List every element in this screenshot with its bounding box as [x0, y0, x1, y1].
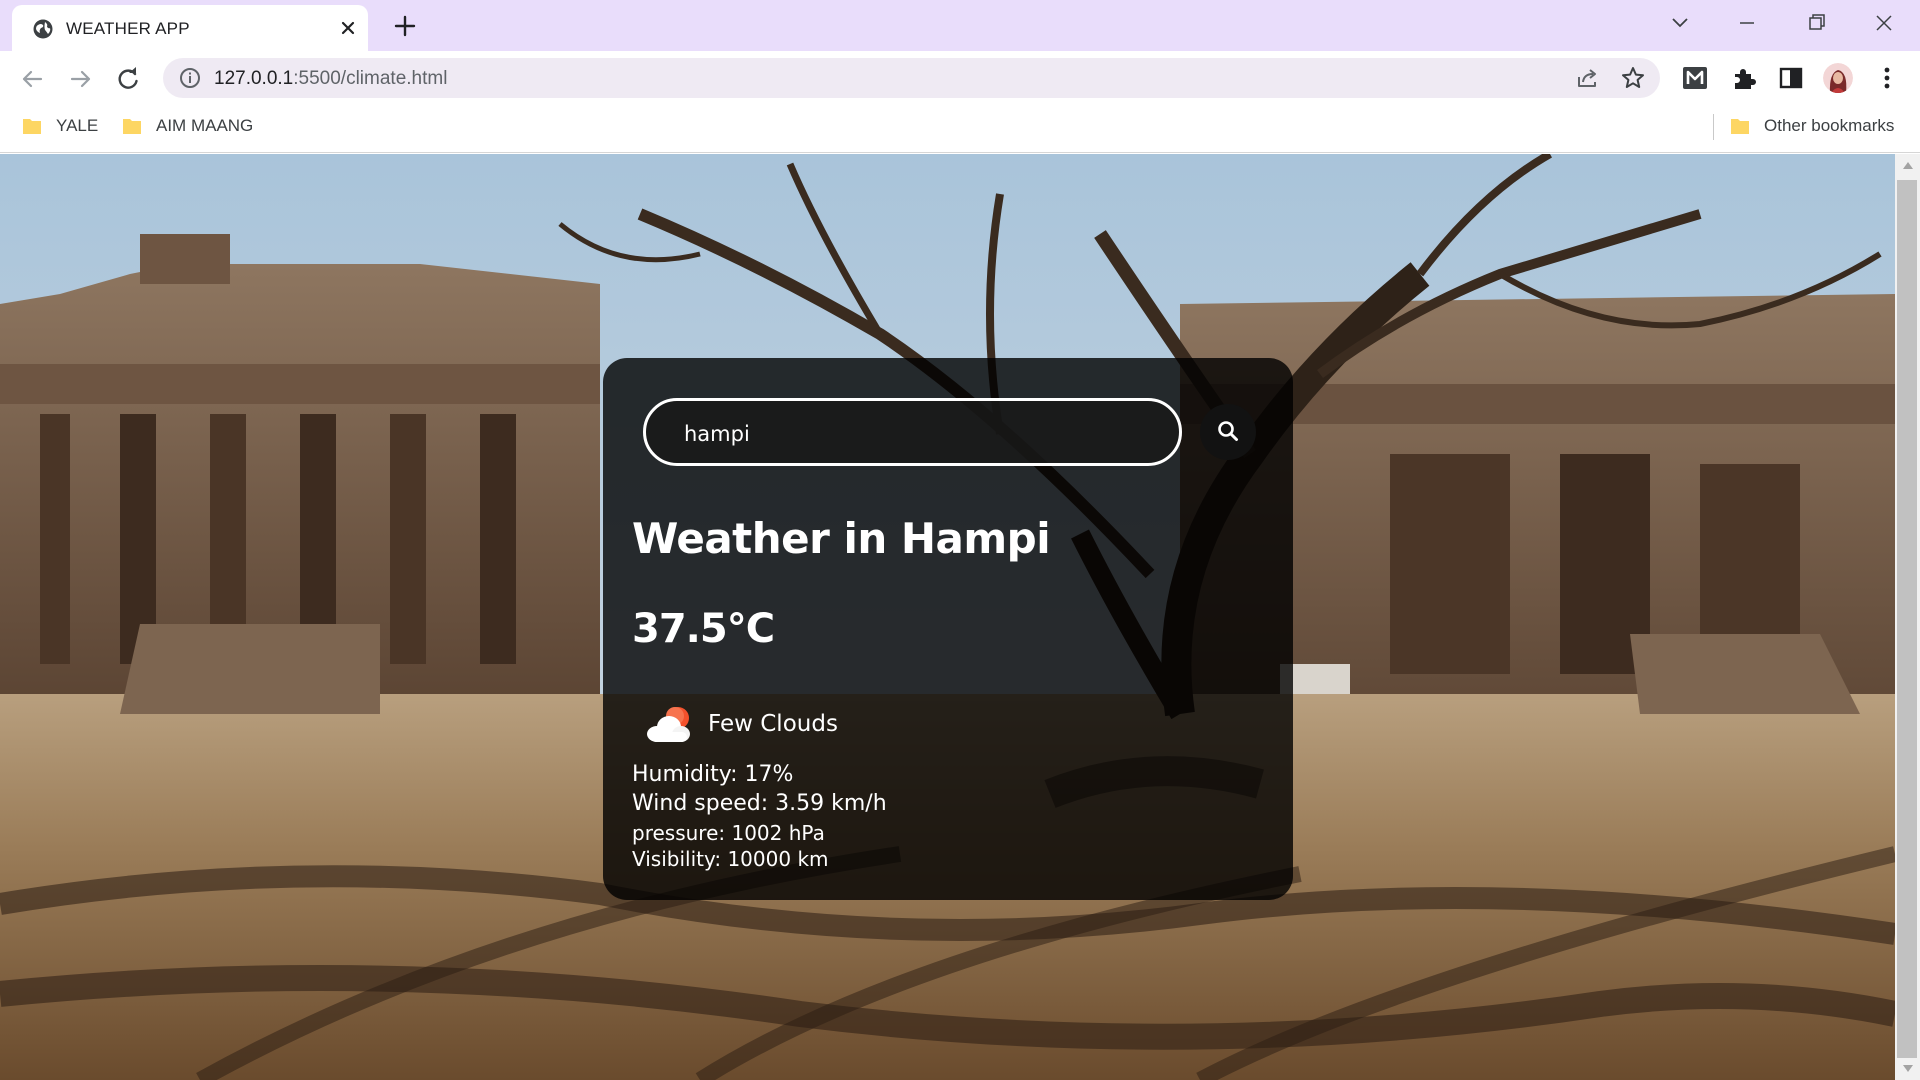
forward-arrow-icon[interactable] — [66, 64, 96, 94]
humidity: Humidity: 17% — [632, 762, 794, 787]
bookmark-label: YALE — [56, 116, 99, 135]
url-host: 127.0.0.1 — [214, 68, 294, 89]
browser-tab[interactable]: WEATHER APP — [12, 5, 368, 51]
other-bookmarks-label: Other bookmarks — [1764, 116, 1895, 135]
bookmarks-bar — [0, 105, 1920, 153]
globe-icon — [33, 19, 53, 39]
reload-icon[interactable] — [113, 64, 143, 94]
more-menu-icon[interactable] — [1874, 64, 1900, 92]
folder-icon — [23, 119, 41, 134]
share-icon[interactable] — [1574, 65, 1600, 91]
close-tab-icon[interactable] — [337, 17, 359, 39]
minimize-icon[interactable] — [1729, 8, 1765, 38]
search-bar[interactable] — [643, 398, 1182, 466]
wind-speed: Wind speed: 3.59 km/h — [632, 791, 887, 816]
restore-icon[interactable] — [1798, 8, 1834, 38]
search-button[interactable] — [1200, 404, 1256, 460]
folder-icon — [123, 119, 141, 134]
bookmarks-divider — [1713, 114, 1714, 140]
weather-card: Weather in Hampi 37.5°C Few Clouds Humid… — [603, 358, 1293, 900]
scroll-up-arrow-icon[interactable] — [1902, 160, 1914, 170]
bookmark-star-icon[interactable] — [1620, 65, 1646, 91]
extensions-puzzle-icon[interactable] — [1730, 64, 1758, 92]
bookmark-label: AIM MAANG — [156, 116, 254, 135]
side-panel-icon[interactable] — [1777, 64, 1805, 92]
other-bookmarks[interactable]: Other bookmarks — [1730, 111, 1894, 141]
search-input[interactable] — [684, 419, 1144, 449]
pressure: pressure: 1002 hPa — [632, 821, 825, 845]
bookmark-folder-aim-maang[interactable]: AIM MAANG — [122, 111, 253, 141]
weather-description: Few Clouds — [708, 711, 838, 737]
scrollbar-thumb[interactable] — [1897, 180, 1917, 1058]
tab-title: WEATHER APP — [66, 19, 190, 38]
few-clouds-icon — [647, 707, 690, 742]
page-viewport: Weather in Hampi 37.5°C Few Clouds Humid… — [0, 154, 1895, 1080]
site-info-icon[interactable] — [178, 66, 202, 90]
tab-search-icon[interactable] — [1662, 8, 1698, 38]
back-arrow-icon[interactable] — [17, 64, 47, 94]
profile-avatar[interactable] — [1823, 63, 1853, 93]
city-heading: Weather in Hampi — [632, 514, 1051, 563]
temperature: 37.5°C — [632, 606, 775, 652]
visibility: Visibility: 10000 km — [632, 847, 829, 871]
folder-icon — [1731, 119, 1749, 134]
url-path: :5500/climate.html — [293, 68, 448, 89]
bookmark-folder-yale[interactable]: YALE — [22, 111, 98, 141]
window-close-icon[interactable] — [1866, 8, 1902, 38]
extension-m-icon[interactable] — [1681, 64, 1709, 92]
search-icon — [1218, 421, 1238, 441]
url-text[interactable]: 127.0.0.1:5500/climate.html — [214, 68, 447, 90]
new-tab-icon[interactable] — [391, 12, 419, 40]
scroll-down-arrow-icon[interactable] — [1902, 1064, 1914, 1074]
